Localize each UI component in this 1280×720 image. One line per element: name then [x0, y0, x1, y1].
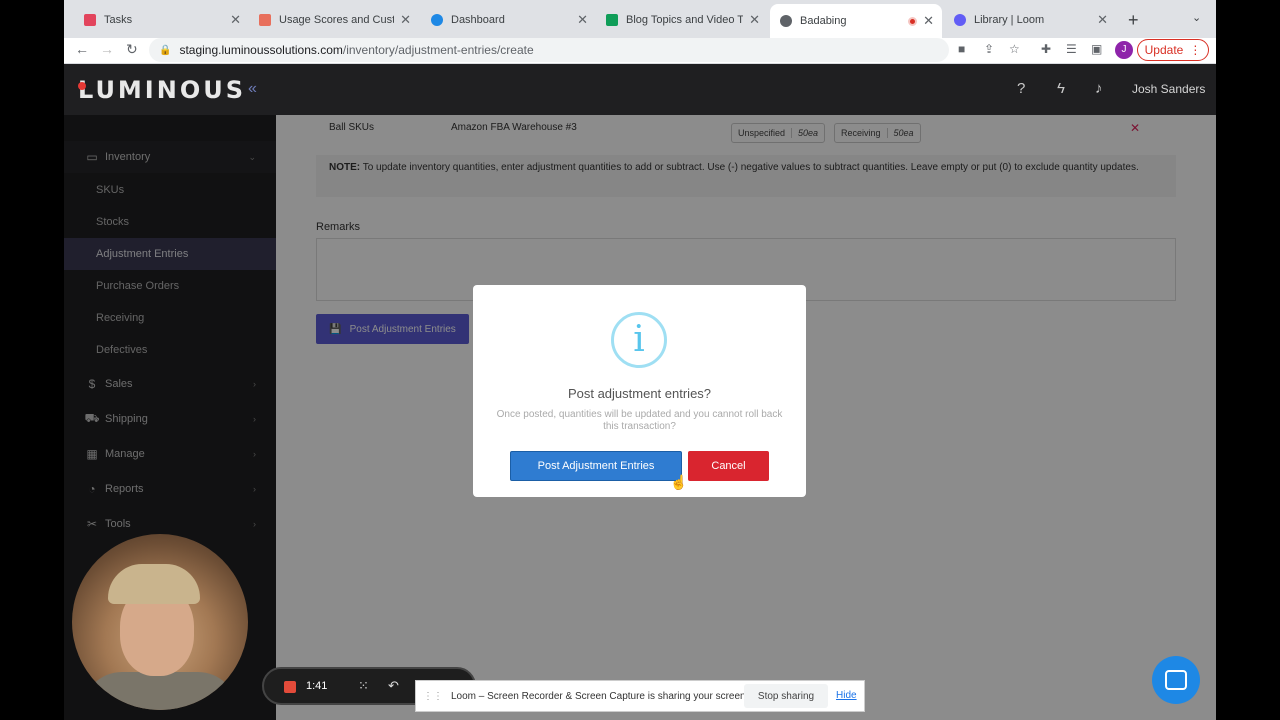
dialog-title: Post adjustment entries?: [567, 386, 712, 401]
webcam-bubble[interactable]: [72, 534, 248, 710]
close-icon[interactable]: ✕: [400, 12, 411, 28]
profile-avatar[interactable]: J: [1115, 41, 1133, 59]
user-name[interactable]: Josh Sanders: [1132, 82, 1205, 96]
tab-usage-scores[interactable]: Usage Scores and Custome ✕: [249, 6, 419, 34]
tab-label: Tasks: [104, 14, 133, 26]
app-logo: LUMINOUS: [78, 76, 246, 104]
webcam-person-cap: [108, 564, 200, 604]
drag-handle-icon[interactable]: ⋮⋮: [423, 691, 443, 702]
tab-label: Usage Scores and Custome: [279, 14, 394, 26]
usage-favicon-icon: [259, 14, 271, 26]
address-bar[interactable]: 🔒 staging.luminoussolutions.com /invento…: [149, 38, 949, 62]
close-icon[interactable]: ✕: [230, 12, 241, 28]
stop-sharing-label: Stop sharing: [757, 690, 815, 702]
reload-icon[interactable]: ↻: [126, 41, 138, 58]
tab-label: Dashboard: [451, 14, 505, 26]
confirm-post-button[interactable]: Post Adjustment Entries: [510, 451, 682, 481]
mouse-cursor-icon: ☝: [670, 474, 688, 490]
cancel-label: Cancel: [711, 460, 746, 472]
undo-icon[interactable]: ↶: [388, 678, 399, 694]
url-host: staging.luminoussolutions.com: [179, 43, 343, 57]
tasks-favicon-icon: [84, 14, 96, 26]
update-label: Update: [1144, 43, 1184, 57]
recording-indicator-icon: [908, 16, 918, 26]
extensions-icon[interactable]: ✚: [1041, 42, 1051, 56]
screen-share-bar: ⋮⋮ Loom – Screen Recorder & Screen Captu…: [415, 680, 865, 712]
chat-icon: [1165, 670, 1187, 690]
close-icon[interactable]: ✕: [577, 12, 588, 28]
update-button[interactable]: Update ⋮: [1137, 39, 1209, 61]
recording-timer: 1:41: [306, 680, 328, 692]
bookmark-star-icon[interactable]: ☆: [1009, 42, 1020, 56]
tab-label: Badabing: [800, 15, 847, 27]
webcam-person-body: [82, 672, 238, 710]
close-icon[interactable]: ✕: [1097, 12, 1108, 28]
tab-loom-library[interactable]: Library | Loom ✕: [944, 6, 1116, 34]
grid-icon[interactable]: ⁙: [358, 678, 369, 694]
logo-dot-icon: [78, 82, 86, 90]
tab-dashboard[interactable]: Dashboard ✕: [421, 6, 596, 34]
hide-link[interactable]: Hide: [836, 690, 857, 701]
forward-icon[interactable]: →: [100, 41, 114, 57]
loom-favicon-icon: [954, 14, 966, 26]
tab-label: Library | Loom: [974, 14, 1045, 26]
cancel-button[interactable]: Cancel: [688, 451, 769, 481]
url-path: /inventory/adjustment-entries/create: [342, 43, 534, 57]
tab-tasks[interactable]: Tasks ✕: [74, 6, 249, 34]
confirm-label: Post Adjustment Entries: [537, 460, 655, 472]
chevron-down-icon[interactable]: ⌄: [1192, 11, 1201, 24]
share-message: Loom – Screen Recorder & Screen Capture …: [451, 690, 749, 702]
back-icon[interactable]: ←: [75, 41, 89, 57]
reading-list-icon[interactable]: ☰: [1066, 42, 1077, 56]
chat-launcher-button[interactable]: [1152, 656, 1200, 704]
browser-window: Tasks ✕ Usage Scores and Custome ✕ Dashb…: [64, 0, 1216, 720]
close-icon[interactable]: ✕: [749, 12, 760, 28]
share-icon[interactable]: ⇪: [984, 42, 994, 56]
help-icon[interactable]: ?: [1017, 80, 1025, 97]
more-vert-icon: ⋮: [1189, 43, 1202, 57]
tab-badabing[interactable]: Badabing ✕: [770, 4, 942, 38]
tab-bar: Tasks ✕ Usage Scores and Custome ✕ Dashb…: [64, 0, 1216, 38]
confirm-dialog: i Post adjustment entries? Once posted, …: [473, 285, 806, 497]
tab-label: Blog Topics and Video Tuto: [626, 14, 744, 26]
dashboard-favicon-icon: [431, 14, 443, 26]
side-panel-icon[interactable]: ▣: [1091, 42, 1102, 56]
stop-sharing-button[interactable]: Stop sharing: [744, 684, 828, 708]
lock-icon: 🔒: [159, 44, 172, 56]
globe-icon: [780, 15, 792, 27]
info-icon: i: [611, 312, 667, 368]
bell-icon[interactable]: ♪: [1095, 80, 1103, 97]
stop-recording-icon[interactable]: [284, 681, 296, 693]
tab-blog-topics[interactable]: Blog Topics and Video Tuto ✕: [596, 6, 768, 34]
app-header: LUMINOUS « ? ϟ ♪ Josh Sanders: [64, 64, 1216, 115]
close-icon[interactable]: ✕: [923, 13, 934, 29]
sheets-favicon-icon: [606, 14, 618, 26]
new-tab-icon[interactable]: +: [1128, 10, 1139, 31]
collapse-sidebar-icon[interactable]: «: [248, 80, 257, 98]
lightning-icon[interactable]: ϟ: [1057, 80, 1065, 97]
dialog-message: Once posted, quantities will be updated …: [496, 409, 783, 432]
browser-toolbar: ← → ↻ 🔒 staging.luminoussolutions.com /i…: [64, 38, 1216, 64]
camera-icon[interactable]: ■: [958, 42, 965, 56]
